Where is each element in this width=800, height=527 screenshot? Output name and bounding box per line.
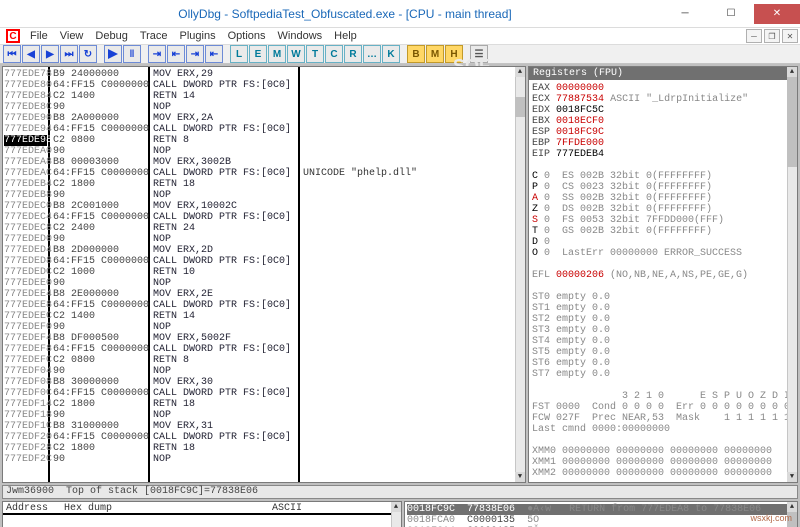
tb-handles-button[interactable]: H (445, 45, 463, 63)
site-watermark: wsxkj.com (750, 513, 792, 523)
menu-plugins[interactable]: Plugins (174, 28, 222, 44)
info-line2: Top of stack [0018FC9C]=77838E06 (66, 486, 258, 498)
tb-pause-icon[interactable]: ‖ (123, 45, 141, 63)
scroll-up-icon[interactable]: ▲ (515, 67, 525, 77)
scroll-down-icon[interactable]: ▼ (787, 472, 797, 482)
client-area: SOF 777EDE78777EDE80777EDE84777EDE8C777E… (0, 64, 800, 527)
mdi-restore[interactable]: ❐ (764, 29, 780, 43)
minimize-button[interactable]: ─ (662, 4, 708, 24)
tb-play-icon[interactable]: ▶ (41, 45, 59, 63)
tb-options-icon[interactable]: ☰ (470, 45, 488, 63)
tb-stepover-icon[interactable]: ⇤ (167, 45, 185, 63)
tb-traceover-icon[interactable]: ⇤ (205, 45, 223, 63)
dump-col-hex: Hex dump (64, 503, 264, 512)
scroll-thumb[interactable] (787, 77, 797, 167)
disasm-scrollbar[interactable]: ▲ ▼ (515, 67, 525, 482)
tb-stepinto-icon[interactable]: ⇥ (148, 45, 166, 63)
app-icon (0, 0, 28, 28)
scroll-thumb[interactable] (515, 97, 525, 117)
dump-col-address: Address (6, 503, 56, 512)
tb-fastfwd-icon[interactable]: ⏭ (60, 45, 78, 63)
menu-help[interactable]: Help (328, 28, 363, 44)
toolbar: ⏮ ◀ ▶ ⏭ ↻ ‖ ⇥ ⇤ ⇥ ⇤ L E M W T C R … K B … (0, 45, 800, 64)
mdi-close[interactable]: ✕ (782, 29, 798, 43)
disasm-comment: UNICODE "phelp.dll" (303, 168, 522, 179)
scroll-up-icon[interactable]: ▲ (787, 67, 797, 77)
tb-rewind-icon[interactable]: ⏮ (3, 45, 21, 63)
tb-tracein-icon[interactable]: ⇥ (186, 45, 204, 63)
window-title: OllyDbg - SoftpediaTest_Obfuscated.exe -… (28, 7, 662, 21)
tb-breakpoints-button[interactable]: B (407, 45, 425, 63)
dump-scrollbar[interactable]: ▲ ▼ (391, 502, 401, 527)
titlebar: OllyDbg - SoftpediaTest_Obfuscated.exe -… (0, 0, 800, 28)
dump-pane[interactable]: Address Hex dump ASCII ▲ ▼ (2, 501, 402, 527)
tb-restart-icon[interactable]: ↻ (79, 45, 97, 63)
tb-log-button[interactable]: L (230, 45, 248, 63)
info-line1: Jwm36900 (6, 486, 54, 498)
close-button[interactable]: ✕ (754, 4, 800, 24)
mdi-minimize[interactable]: ─ (746, 29, 762, 43)
tb-cpu-button[interactable]: C (325, 45, 343, 63)
dump-header: Address Hex dump ASCII (3, 502, 401, 515)
mdi-controls: ─ ❐ ✕ (746, 29, 798, 43)
scroll-down-icon[interactable]: ▼ (515, 472, 525, 482)
dump-col-ascii: ASCII (272, 503, 302, 512)
tb-threads-button[interactable]: T (306, 45, 324, 63)
info-strip: Jwm36900 Top of stack [0018FC9C]=77838E0… (2, 485, 798, 499)
menu-windows[interactable]: Windows (272, 28, 329, 44)
tb-stepback-icon[interactable]: ◀ (22, 45, 40, 63)
menubar: C File View Debug Trace Plugins Options … (0, 28, 800, 45)
menu-debug[interactable]: Debug (89, 28, 133, 44)
regs-scrollbar[interactable]: ▲ ▼ (787, 67, 797, 482)
maximize-button[interactable]: ☐ (708, 4, 754, 24)
menu-options[interactable]: Options (222, 28, 272, 44)
tb-windows-button[interactable]: W (287, 45, 305, 63)
menu-view[interactable]: View (54, 28, 90, 44)
registers-pane[interactable]: Registers (FPU) EAX 00000000ECX 77887534… (528, 66, 798, 483)
tb-exec-button[interactable]: E (249, 45, 267, 63)
menu-file[interactable]: File (24, 28, 54, 44)
tb-refs-button[interactable]: R (344, 45, 362, 63)
window-controls: ─ ☐ ✕ (662, 4, 800, 24)
disassembly-pane[interactable]: 777EDE78777EDE80777EDE84777EDE8C777EDE90… (2, 66, 526, 483)
scroll-up-icon[interactable]: ▲ (787, 502, 797, 512)
scroll-up-icon[interactable]: ▲ (391, 502, 401, 512)
tb-more-button[interactable]: … (363, 45, 381, 63)
cpu-window-icon[interactable]: C (6, 29, 20, 43)
stack-pane[interactable]: 0018FC9C 77838E06 ●A‹w RETURN from 777ED… (404, 501, 798, 527)
tb-run-icon[interactable] (104, 45, 122, 63)
tb-callstack-button[interactable]: K (382, 45, 400, 63)
tb-memory-button[interactable]: M (268, 45, 286, 63)
menu-trace[interactable]: Trace (134, 28, 174, 44)
registers-header: Registers (FPU) (529, 67, 797, 80)
tb-modules-button[interactable]: M (426, 45, 444, 63)
